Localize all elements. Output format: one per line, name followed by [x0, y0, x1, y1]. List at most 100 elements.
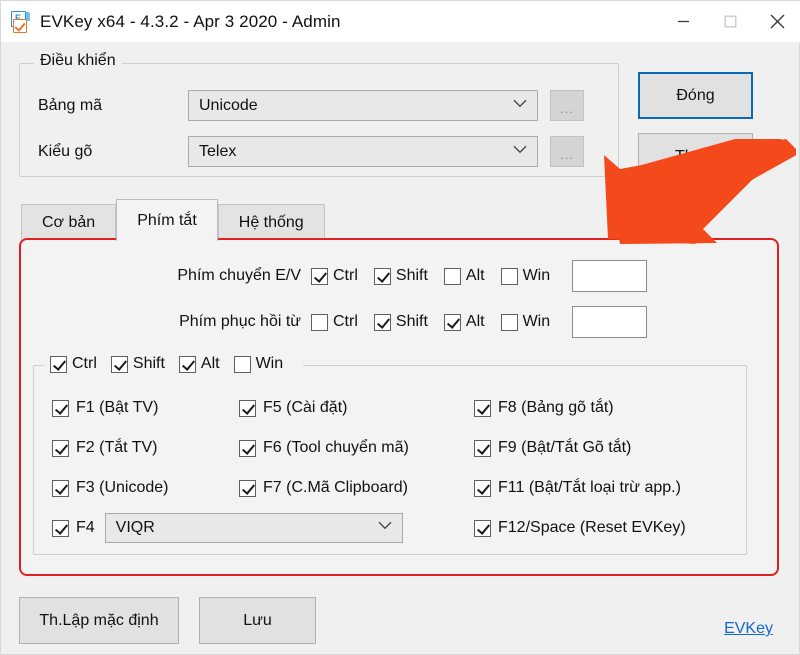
- checkbox-icon: [239, 479, 256, 497]
- minimize-button[interactable]: [660, 1, 707, 42]
- fkey-f5-label: F5 (Cài đặt): [263, 399, 348, 416]
- minimize-icon: [677, 15, 690, 28]
- fkey-f12-checkbox[interactable]: F12/Space (Reset EVKey): [474, 508, 744, 548]
- input-method-label: Kiểu gõ: [38, 142, 93, 160]
- global-alt-label: Alt: [200, 355, 220, 372]
- hotkey-row-switch-ev: Phím chuyển E/V Ctrl Shift Alt Win: [133, 260, 648, 292]
- input-method-select[interactable]: Telex: [188, 136, 538, 167]
- switch-ev-ctrl-label: Ctrl: [333, 267, 358, 284]
- restore-alt-checkbox[interactable]: Alt: [443, 313, 485, 331]
- restore-win-checkbox[interactable]: Win: [500, 313, 551, 331]
- checkbox-icon: [52, 479, 69, 497]
- switch-ev-shift-checkbox[interactable]: Shift: [373, 267, 428, 285]
- input-method-value: Telex: [199, 142, 237, 160]
- input-method-row: Kiểu gõ Telex ...: [38, 136, 584, 167]
- switch-ev-win-label: Win: [522, 267, 551, 284]
- restore-shift-label: Shift: [395, 313, 428, 330]
- fkey-f4-select[interactable]: VIQR: [104, 513, 403, 543]
- tab-co-ban[interactable]: Cơ bản: [21, 204, 117, 241]
- checkbox-icon: [311, 267, 328, 285]
- close-icon: [770, 14, 785, 29]
- function-keys-f4-row: F4 VIQR: [52, 508, 403, 548]
- fkey-f7-label: F7 (C.Mã Clipboard): [263, 479, 408, 496]
- encoding-label: Bảng mã: [38, 96, 103, 114]
- global-win-label: Win: [255, 355, 284, 372]
- fkey-f2-checkbox[interactable]: F2 (Tắt TV): [52, 428, 252, 468]
- close-button[interactable]: [754, 1, 800, 42]
- hotkey-row-restore-word: Phím phục hồi từ Ctrl Shift Alt Win: [133, 306, 648, 338]
- restore-ctrl-checkbox[interactable]: Ctrl: [311, 313, 358, 331]
- tab-bar: Cơ bản Phím tắt Hệ thống: [21, 199, 325, 241]
- chevron-down-icon: [378, 517, 392, 535]
- control-group-legend: Điều khiển: [34, 52, 122, 70]
- chevron-down-icon: [513, 141, 527, 159]
- switch-ev-alt-checkbox[interactable]: Alt: [443, 267, 485, 285]
- checkbox-icon: [311, 313, 328, 331]
- exit-button[interactable]: Thoát: [638, 133, 753, 180]
- checkbox-icon: [373, 313, 391, 331]
- checkbox-icon: [110, 355, 128, 373]
- fkey-f4-value: VIQR: [115, 519, 155, 536]
- tab-phim-tat[interactable]: Phím tắt: [116, 199, 218, 241]
- control-group: Điều khiển Bảng mã Unicode ... Kiểu gõ T…: [19, 52, 619, 177]
- global-ctrl-checkbox[interactable]: Ctrl: [50, 355, 97, 373]
- fkey-f2-label: F2 (Tắt TV): [76, 439, 158, 456]
- encoding-row: Bảng mã Unicode ...: [38, 90, 584, 121]
- close-dialog-button[interactable]: Đóng: [638, 72, 753, 119]
- checkbox-icon: [500, 313, 518, 331]
- switch-ev-key-input[interactable]: [572, 260, 648, 292]
- fkey-f6-checkbox[interactable]: F6 (Tool chuyển mã): [239, 428, 469, 468]
- global-modifiers-legend: Ctrl Shift Alt Win: [44, 355, 304, 373]
- tab-he-thong[interactable]: Hệ thống: [217, 204, 325, 241]
- fkey-f11-checkbox[interactable]: F11 (Bật/Tắt loại trừ app.): [474, 468, 744, 508]
- global-shift-checkbox[interactable]: Shift: [110, 355, 165, 373]
- evkey-website-link[interactable]: EVKey: [724, 620, 773, 638]
- switch-ev-win-checkbox[interactable]: Win: [500, 267, 551, 285]
- hotkey-label-switch-ev: Phím chuyển E/V: [177, 267, 301, 284]
- input-method-browse-button[interactable]: ...: [550, 136, 584, 167]
- fkey-f8-checkbox[interactable]: F8 (Bảng gõ tắt): [474, 388, 744, 428]
- global-win-checkbox[interactable]: Win: [233, 355, 284, 373]
- checkbox-icon: [474, 439, 491, 457]
- function-keys-column-1: F1 (Bật TV) F2 (Tắt TV) F3 (Unicode): [52, 388, 252, 508]
- switch-ev-ctrl-checkbox[interactable]: Ctrl: [311, 267, 358, 285]
- save-button[interactable]: Lưu: [199, 597, 316, 644]
- checkbox-icon: [52, 439, 69, 457]
- hotkey-label-restore-word: Phím phục hồi từ: [179, 313, 301, 330]
- fkey-f11-label: F11 (Bật/Tắt loại trừ app.): [498, 479, 681, 496]
- restore-key-input[interactable]: [572, 306, 648, 338]
- function-keys-column-3: F8 (Bảng gõ tắt) F9 (Bật/Tắt Gõ tắt) F11…: [474, 388, 744, 548]
- fkey-f7-checkbox[interactable]: F7 (C.Mã Clipboard): [239, 468, 469, 508]
- maximize-button[interactable]: [707, 1, 754, 42]
- fkey-f12-label: F12/Space (Reset EVKey): [498, 519, 686, 536]
- fkey-f6-label: F6 (Tool chuyển mã): [263, 439, 409, 456]
- fkey-f9-checkbox[interactable]: F9 (Bật/Tắt Gõ tắt): [474, 428, 744, 468]
- restore-alt-label: Alt: [465, 313, 485, 330]
- checkbox-icon: [474, 399, 491, 417]
- checkbox-icon: [233, 355, 251, 373]
- switch-ev-shift-label: Shift: [395, 267, 428, 284]
- global-ctrl-label: Ctrl: [72, 355, 97, 372]
- checkbox-icon: [474, 479, 491, 497]
- window-title: EVKey x64 - 4.3.2 - Apr 3 2020 - Admin: [40, 11, 341, 31]
- restore-ctrl-label: Ctrl: [333, 313, 358, 330]
- title-bar: E EVKey x64 - 4.3.2 - Apr 3 2020 - Admin: [1, 1, 800, 42]
- fkey-f9-label: F9 (Bật/Tắt Gõ tắt): [498, 439, 632, 456]
- global-alt-checkbox[interactable]: Alt: [178, 355, 220, 373]
- encoding-browse-button[interactable]: ...: [550, 90, 584, 121]
- window-controls: [660, 1, 800, 42]
- fkey-f5-checkbox[interactable]: F5 (Cài đặt): [239, 388, 469, 428]
- restore-defaults-button[interactable]: Th.Lập mặc định: [19, 597, 179, 644]
- fkey-f1-checkbox[interactable]: F1 (Bật TV): [52, 388, 252, 428]
- function-keys-column-2: F5 (Cài đặt) F6 (Tool chuyển mã) F7 (C.M…: [239, 388, 469, 508]
- checkbox-icon: [239, 399, 256, 417]
- fkey-f3-checkbox[interactable]: F3 (Unicode): [52, 468, 252, 508]
- restore-shift-checkbox[interactable]: Shift: [373, 313, 428, 331]
- checkbox-icon[interactable]: [52, 519, 69, 537]
- switch-ev-alt-label: Alt: [465, 267, 485, 284]
- encoding-select[interactable]: Unicode: [188, 90, 538, 121]
- fkey-f4-row: F4 VIQR: [52, 508, 403, 548]
- global-shift-label: Shift: [132, 355, 165, 372]
- restore-win-label: Win: [522, 313, 551, 330]
- checkbox-icon: [443, 267, 461, 285]
